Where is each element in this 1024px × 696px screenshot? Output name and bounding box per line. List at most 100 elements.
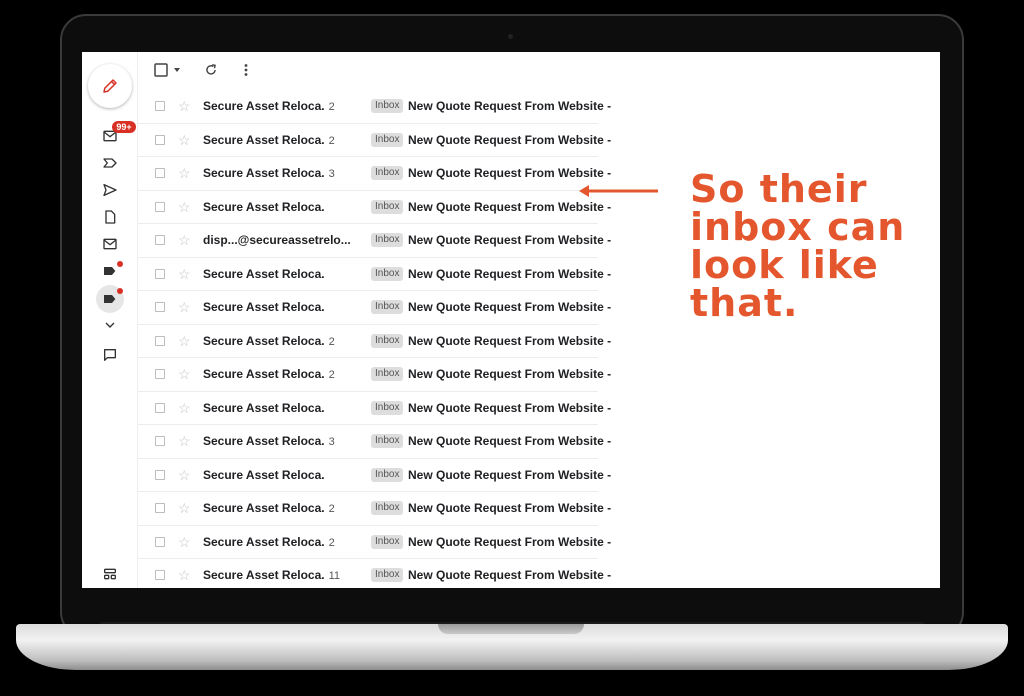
- label-icon: [104, 295, 116, 303]
- compose-button[interactable]: [88, 64, 132, 108]
- star-icon[interactable]: ☆: [178, 534, 191, 550]
- email-subject: New Quote Request From Website -: [408, 568, 612, 582]
- drafts-nav[interactable]: [99, 206, 121, 228]
- inbox-label: Inbox: [371, 467, 404, 482]
- email-row[interactable]: ☆ Secure Asset Reloca. 3 Inbox New Quote Req…: [138, 157, 611, 191]
- email-row[interactable]: ☆ Secure Asset Reloca. 2 Inbox New Quote Req…: [138, 358, 611, 392]
- email-row[interactable]: ☆ Secure Asset Reloca. 2 Inbox New Quote Req…: [138, 90, 611, 124]
- annotation-arrow: [579, 185, 658, 197]
- email-list: ☆ Secure Asset Reloca. 2 Inbox New Quote Req…: [138, 90, 611, 588]
- star-icon[interactable]: ☆: [178, 366, 191, 382]
- star-icon[interactable]: ☆: [178, 400, 191, 416]
- sender-name: Secure Asset Reloca. 2: [203, 367, 335, 381]
- email-row[interactable]: ☆ Secure Asset Reloca. Inbox New Quote Requ…: [138, 291, 611, 325]
- email-row[interactable]: ☆ Secure Asset Reloca. Inbox New Quote Requ…: [138, 191, 611, 224]
- star-icon[interactable]: ☆: [178, 98, 191, 114]
- chevron-down-icon: [105, 322, 115, 328]
- laptop-base-notch: [438, 624, 584, 634]
- email-subject: New Quote Request From Website -: [408, 534, 612, 549]
- row-checkbox[interactable]: [155, 268, 165, 279]
- inbox-label: Inbox: [371, 534, 404, 549]
- email-row[interactable]: ☆ Secure Asset Reloca. 3 Inbox New Quote Req…: [138, 425, 611, 459]
- pencil-icon: [103, 79, 117, 93]
- row-checkbox[interactable]: [155, 335, 165, 346]
- sent-nav[interactable]: [99, 179, 121, 201]
- apps-icon: [104, 568, 116, 580]
- email-row[interactable]: ☆ Secure Asset Reloca. Inbox New Quote Requ…: [138, 258, 611, 291]
- star-icon[interactable]: ☆: [178, 333, 191, 349]
- row-checkbox[interactable]: [155, 369, 165, 379]
- star-icon[interactable]: ☆: [178, 433, 191, 449]
- sender-text: Secure Asset Reloca.: [203, 300, 325, 314]
- email-subject: New Quote Request From Website -: [408, 233, 612, 247]
- sender-name: Secure Asset Reloca.: [203, 300, 329, 314]
- refresh-button[interactable]: [204, 63, 218, 77]
- email-row[interactable]: ☆ Secure Asset Reloca. 2 Inbox New Quote Req…: [138, 325, 611, 358]
- sender-name: Secure Asset Reloca.: [203, 468, 329, 482]
- inbox-label: Inbox: [371, 434, 404, 448]
- sender-text: Secure Asset Reloca.: [203, 99, 325, 113]
- inbox-label: Inbox: [371, 166, 404, 180]
- email-subject: New Quote Request From Website -: [408, 199, 612, 214]
- unread-badge: 99+: [112, 121, 136, 133]
- camera: [508, 34, 513, 39]
- all-mail-icon: [103, 238, 117, 250]
- email-subject: New Quote Request From Website -: [408, 367, 612, 381]
- apps-nav[interactable]: [99, 563, 121, 585]
- sender-text: Secure Asset Reloca.: [203, 333, 325, 348]
- email-row[interactable]: ☆ Secure Asset Reloca. 2 Inbox New Quote Req…: [138, 492, 611, 526]
- star-icon[interactable]: ☆: [178, 199, 191, 215]
- select-all-checkbox[interactable]: [154, 63, 182, 77]
- star-icon[interactable]: ☆: [178, 165, 191, 181]
- row-checkbox[interactable]: [155, 101, 165, 111]
- row-checkbox[interactable]: [155, 201, 165, 212]
- star-icon[interactable]: ☆: [178, 132, 191, 148]
- email-row[interactable]: ☆ Secure Asset Reloca. 2 Inbox New Quote Req…: [138, 526, 611, 559]
- email-subject: New Quote Request From Website -: [408, 333, 612, 348]
- row-checkbox[interactable]: [155, 402, 165, 413]
- row-checkbox[interactable]: [155, 503, 165, 513]
- email-row[interactable]: ☆ Secure Asset Reloca. 11 Inbox New Quote Re…: [138, 559, 611, 588]
- chat-nav[interactable]: [99, 344, 121, 366]
- email-row[interactable]: ☆ Secure Asset Reloca. Inbox New Quote Requ…: [138, 392, 611, 425]
- sender-name: Secure Asset Reloca. 2: [203, 99, 335, 113]
- inbox-label: Inbox: [371, 367, 404, 381]
- email-subject: New Quote Request From Website -: [408, 467, 612, 482]
- important-nav[interactable]: [99, 152, 121, 174]
- star-icon[interactable]: ☆: [178, 266, 191, 282]
- sender-text: Secure Asset Reloca.: [203, 501, 325, 515]
- all-mail-nav[interactable]: [99, 233, 121, 255]
- row-checkbox[interactable]: [155, 134, 165, 145]
- inbox-label: Inbox: [371, 266, 404, 281]
- star-icon[interactable]: ☆: [178, 467, 191, 483]
- row-checkbox[interactable]: [155, 469, 165, 480]
- row-checkbox[interactable]: [155, 235, 165, 245]
- row-checkbox[interactable]: [155, 302, 165, 312]
- draft-icon: [105, 210, 116, 224]
- row-checkbox[interactable]: [155, 436, 165, 446]
- annotation-line: look like: [690, 243, 879, 287]
- row-checkbox[interactable]: [155, 536, 165, 547]
- row-checkbox[interactable]: [155, 570, 165, 580]
- chat-icon: [104, 349, 116, 361]
- email-row[interactable]: ☆ disp...@secureassetrelo... Inbox New Quot…: [138, 224, 611, 258]
- important-icon: [103, 158, 117, 168]
- sender-text: Secure Asset Reloca.: [203, 400, 325, 415]
- thread-count: 2: [328, 335, 335, 348]
- email-row[interactable]: ☆ Secure Asset Reloca. 2 Inbox New Quote Req…: [138, 124, 611, 157]
- sender-text: Secure Asset Reloca.: [203, 166, 325, 180]
- star-icon[interactable]: ☆: [178, 299, 191, 315]
- thread-count: 2: [328, 101, 335, 113]
- star-icon[interactable]: ☆: [178, 500, 191, 516]
- row-checkbox[interactable]: [155, 168, 165, 178]
- email-subject: New Quote Request From Website -: [408, 434, 612, 448]
- more-options-button[interactable]: [239, 63, 253, 77]
- star-icon[interactable]: ☆: [178, 232, 191, 248]
- email-row[interactable]: ☆ Secure Asset Reloca. Inbox New Quote Requ…: [138, 459, 611, 492]
- sender-text: disp...@secureassetrelo...: [203, 233, 351, 247]
- inbox-label: Inbox: [371, 333, 404, 348]
- email-subject: New Quote Request From Website -: [408, 132, 612, 147]
- star-icon[interactable]: ☆: [178, 567, 191, 583]
- more-nav[interactable]: [99, 314, 121, 336]
- label-icon: [104, 267, 116, 275]
